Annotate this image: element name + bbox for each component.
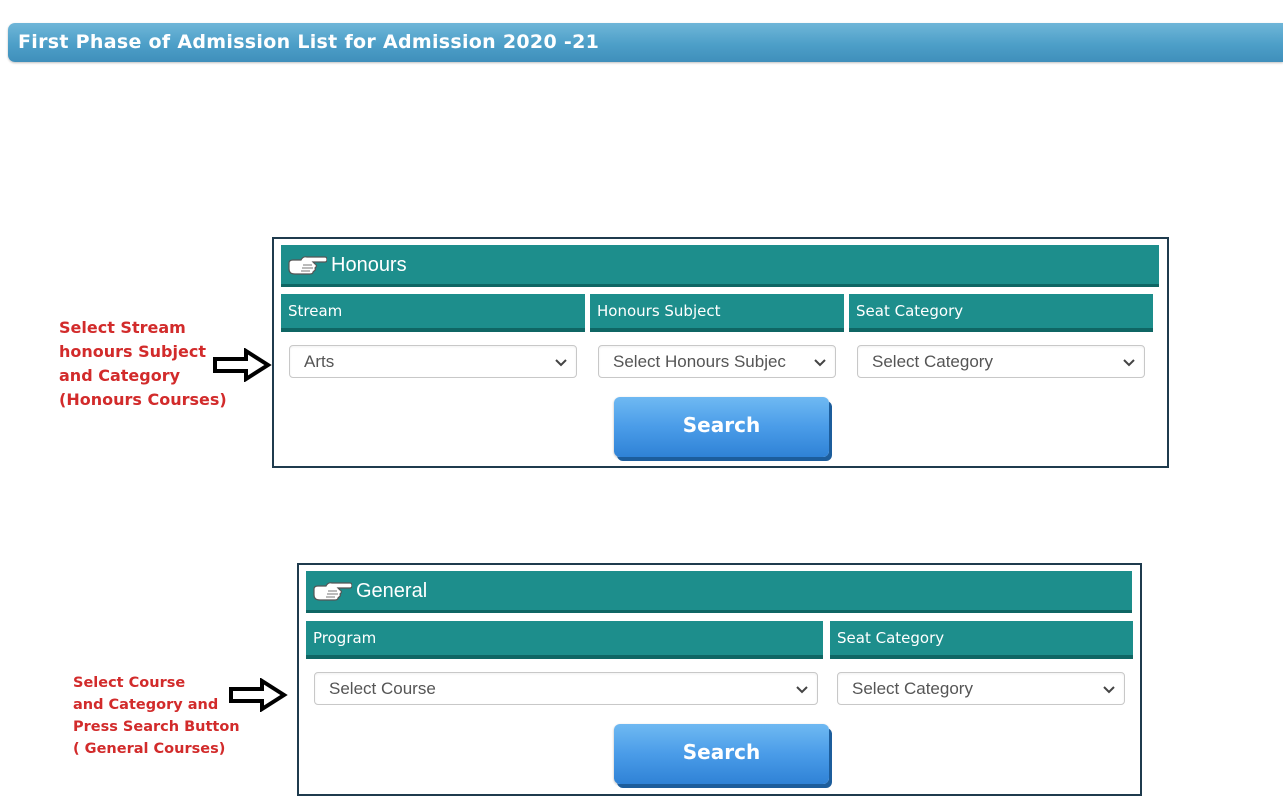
honours-instruction-note: Select Stream honours Subject and Catego… [59,316,227,412]
chevron-down-icon [555,359,567,367]
stream-column-header: Stream [281,294,585,332]
program-column-label: Program [313,629,377,647]
honours-subject-select-value: Select Honours Subjec [613,352,786,371]
honours-note-line: (Honours Courses) [59,390,227,409]
general-seat-category-column-header: Seat Category [830,621,1133,659]
honours-subject-column-label: Honours Subject [597,302,721,320]
program-column-header: Program [306,621,823,659]
honours-panel-title: Honours [331,254,407,276]
program-select-value: Select Course [329,679,436,698]
honours-note-line: and Category [59,366,181,385]
general-note-line: Press Search Button [73,719,240,735]
honours-seat-category-column-label: Seat Category [856,302,964,320]
honours-subject-select[interactable]: Select Honours Subjec [598,345,836,378]
page-title-bar: First Phase of Admission List for Admiss… [8,23,1283,62]
right-arrow-icon [213,348,272,382]
general-seat-category-column-label: Seat Category [837,629,945,647]
honours-note-line: Select Stream [59,318,186,337]
page-title: First Phase of Admission List for Admiss… [18,31,600,53]
general-instruction-note: Select Course and Category and Press Sea… [73,672,240,760]
pointing-hand-icon [313,582,352,601]
stream-select-value: Arts [304,352,335,371]
general-seat-category-select-value: Select Category [852,679,973,698]
honours-seat-category-select[interactable]: Select Category [857,345,1145,378]
general-panel-header: General [306,571,1132,613]
stream-column-label: Stream [288,302,343,320]
general-note-line: Select Course [73,675,186,691]
honours-search-label: Search [682,413,761,437]
chevron-down-icon [1103,686,1115,694]
honours-subject-column-header: Honours Subject [590,294,844,332]
honours-search-button[interactable]: Search [614,397,829,457]
chevron-down-icon [796,686,808,694]
pointing-hand-icon [288,256,327,275]
general-search-button[interactable]: Search [614,724,829,784]
honours-panel: Honours Stream Honours Subject Seat Cate… [272,237,1169,468]
honours-seat-category-column-header: Seat Category [849,294,1153,332]
general-note-line: ( General Courses) [73,741,226,757]
honours-seat-category-select-value: Select Category [872,352,993,371]
chevron-down-icon [1123,359,1135,367]
general-panel-title: General [356,580,428,602]
general-panel: General Program Seat Category Select Cou… [297,563,1142,796]
chevron-down-icon [814,359,826,367]
right-arrow-icon [229,678,288,712]
program-select[interactable]: Select Course [314,672,818,705]
stream-select[interactable]: Arts [289,345,577,378]
general-search-label: Search [682,740,761,764]
honours-panel-header: Honours [281,245,1159,287]
general-note-line: and Category and [73,697,219,713]
honours-note-line: honours Subject [59,342,206,361]
general-seat-category-select[interactable]: Select Category [837,672,1125,705]
